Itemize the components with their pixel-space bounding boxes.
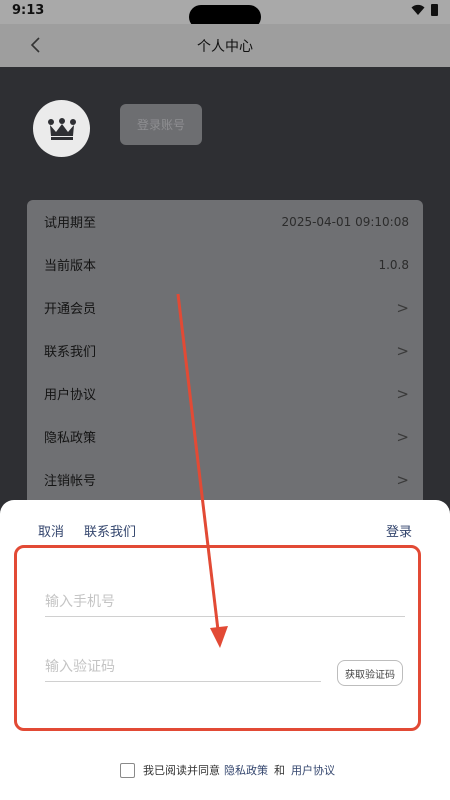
chevron-right-icon: > (396, 427, 409, 446)
avatar[interactable] (33, 100, 90, 157)
chevron-right-icon: > (396, 384, 409, 403)
contact-us-button[interactable]: 联系我们 (84, 521, 136, 540)
settings-row-membership[interactable]: 开通会员 > (27, 286, 423, 329)
code-field (45, 655, 321, 682)
page-title: 个人中心 (197, 39, 253, 55)
agreement-row: 我已阅读并同意 隐私政策 和 用户协议 (120, 762, 335, 778)
row-label: 开通会员 (44, 302, 97, 317)
settings-row-privacy[interactable]: 隐私政策 > (27, 415, 423, 458)
settings-row-user-agreement[interactable]: 用户协议 > (27, 372, 423, 415)
row-value: 2025-04-01 09:10:08 (281, 214, 409, 229)
row-value: 1.0.8 (378, 257, 409, 272)
row-label: 联系我们 (44, 345, 97, 360)
row-label: 注销帐号 (44, 474, 97, 489)
chevron-right-icon: > (396, 298, 409, 317)
settings-row-trial: 试用期至 2025-04-01 09:10:08 (27, 200, 423, 243)
cancel-button[interactable]: 取消 (38, 521, 64, 540)
row-label: 用户协议 (44, 388, 97, 403)
settings-card: 试用期至 2025-04-01 09:10:08 当前版本 1.0.8 开通会员… (27, 200, 423, 510)
settings-row-delete-account[interactable]: 注销帐号 > (27, 458, 423, 501)
code-underline (45, 681, 321, 682)
status-icons (411, 4, 438, 16)
chevron-right-icon: > (396, 341, 409, 360)
phone-field (45, 590, 405, 617)
login-account-button[interactable]: 登录账号 (120, 104, 202, 145)
row-label: 当前版本 (44, 259, 97, 274)
verification-code-input[interactable] (45, 655, 321, 681)
status-time: 9:13 (12, 3, 45, 18)
settings-row-version: 当前版本 1.0.8 (27, 243, 423, 286)
get-code-button[interactable]: 获取验证码 (337, 660, 403, 686)
login-button[interactable]: 登录 (386, 521, 412, 540)
agree-text: 我已阅读并同意 (143, 764, 220, 777)
agree-checkbox[interactable] (120, 762, 135, 778)
chevron-right-icon: > (396, 470, 409, 489)
privacy-policy-link[interactable]: 隐私政策 (224, 762, 268, 778)
wifi-icon (411, 4, 425, 15)
row-label: 隐私政策 (44, 431, 97, 446)
status-bar: 9:13 (0, 0, 450, 29)
user-agreement-link[interactable]: 用户协议 (291, 762, 335, 778)
settings-row-contact[interactable]: 联系我们 > (27, 329, 423, 372)
battery-icon (431, 4, 438, 16)
phone-underline (45, 616, 405, 617)
crown-icon (47, 117, 76, 140)
login-sheet: 取消 联系我们 登录 获取验证码 我已阅读并同意 隐私政策 和 用户协议 (0, 500, 450, 800)
phone-input[interactable] (45, 590, 405, 616)
row-label: 试用期至 (44, 216, 97, 231)
header: 个人中心 (0, 24, 450, 68)
and-text: 和 (274, 764, 285, 777)
